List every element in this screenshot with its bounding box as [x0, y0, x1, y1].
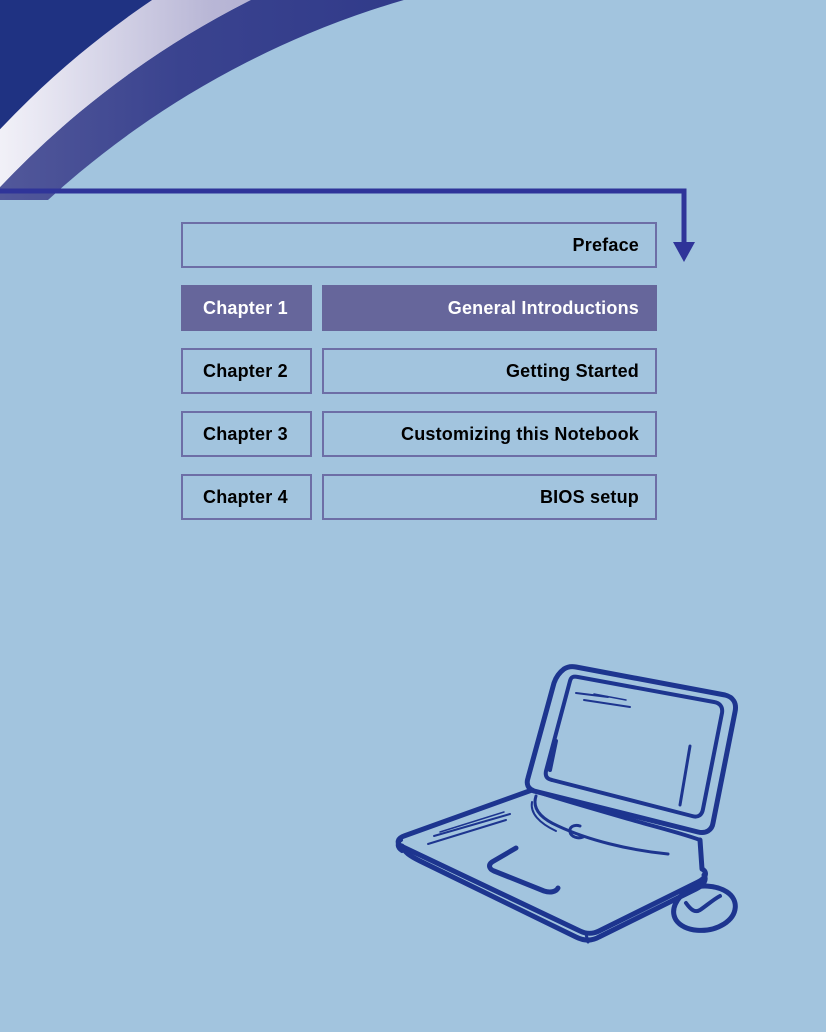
notebook-and-mouse-sketch	[380, 650, 760, 950]
toc-title-chapter-2[interactable]: Getting Started	[322, 348, 657, 394]
laptop-sketch-graphic	[395, 664, 738, 944]
cover-page: Preface Chapter 1 General Introductions …	[0, 0, 826, 1032]
chapter-list: Preface Chapter 1 General Introductions …	[181, 222, 657, 520]
toc-row-preface[interactable]: Preface	[181, 222, 657, 268]
banner-graphic	[0, 0, 826, 200]
toc-chapter-label-4[interactable]: Chapter 4	[181, 474, 312, 520]
toc-chapter-label-2[interactable]: Chapter 2	[181, 348, 312, 394]
toc-row-chapter-4[interactable]: Chapter 4 BIOS setup	[181, 474, 657, 520]
toc-title-chapter-4[interactable]: BIOS setup	[322, 474, 657, 520]
toc-row-chapter-2[interactable]: Chapter 2 Getting Started	[181, 348, 657, 394]
toc-chapter-label-3[interactable]: Chapter 3	[181, 411, 312, 457]
toc-row-chapter-1[interactable]: Chapter 1 General Introductions	[181, 285, 657, 331]
toc-chapter-label-1[interactable]: Chapter 1	[181, 285, 312, 331]
toc-title-chapter-1[interactable]: General Introductions	[322, 285, 657, 331]
toc-title-preface[interactable]: Preface	[181, 222, 657, 268]
toc-title-chapter-3[interactable]: Customizing this Notebook	[322, 411, 657, 457]
arrow-head-icon	[673, 242, 695, 262]
decorative-arc-banner	[0, 0, 826, 200]
toc-row-chapter-3[interactable]: Chapter 3 Customizing this Notebook	[181, 411, 657, 457]
